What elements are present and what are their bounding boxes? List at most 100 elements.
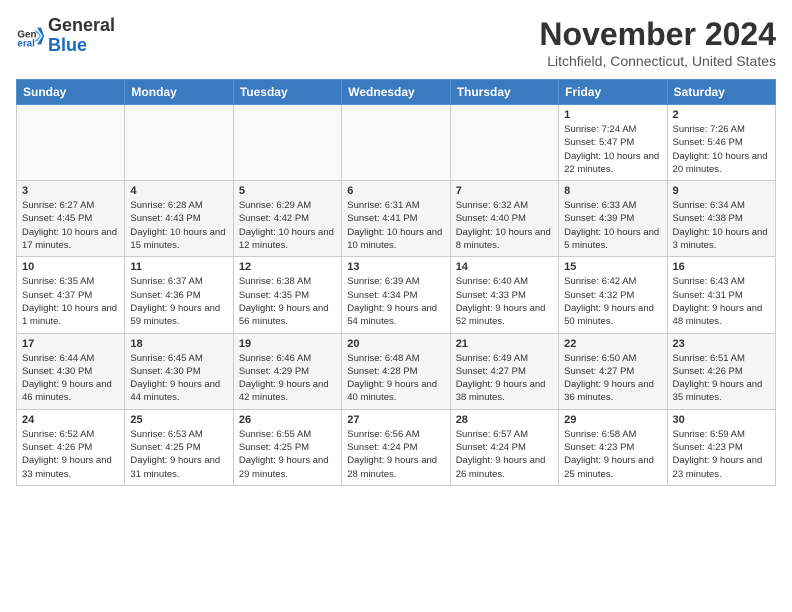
calendar-cell: 22 Sunrise: 6:50 AM Sunset: 4:27 PM Dayli… [559, 333, 667, 409]
calendar-cell: 2 Sunrise: 7:26 AM Sunset: 5:46 PM Daylig… [667, 105, 775, 181]
cell-content: Sunrise: 6:59 AM Sunset: 4:23 PM Dayligh… [673, 429, 763, 480]
logo-general-text: General [48, 15, 115, 35]
cell-content: Sunrise: 6:35 AM Sunset: 4:37 PM Dayligh… [22, 276, 117, 327]
calendar-cell: 30 Sunrise: 6:59 AM Sunset: 4:23 PM Dayli… [667, 409, 775, 485]
cell-content: Sunrise: 6:50 AM Sunset: 4:27 PM Dayligh… [564, 353, 654, 404]
calendar-week-row: 10Sunrise: 6:35 AM Sunset: 4:37 PM Dayli… [17, 257, 776, 333]
cell-content: Sunrise: 6:37 AM Sunset: 4:36 PM Dayligh… [130, 276, 220, 327]
day-of-week-header: Saturday [667, 80, 775, 105]
cell-content: Sunrise: 6:42 AM Sunset: 4:32 PM Dayligh… [564, 276, 654, 327]
header: Gen eral General Blue November 2024 Litc… [16, 16, 776, 69]
cell-content: Sunrise: 6:43 AM Sunset: 4:31 PM Dayligh… [673, 276, 763, 327]
cell-content: Sunrise: 6:51 AM Sunset: 4:26 PM Dayligh… [673, 353, 763, 404]
calendar-cell: 11 Sunrise: 6:37 AM Sunset: 4:36 PM Dayli… [125, 257, 233, 333]
calendar-cell: 27Sunrise: 6:56 AM Sunset: 4:24 PM Dayli… [342, 409, 450, 485]
calendar-cell: 10Sunrise: 6:35 AM Sunset: 4:37 PM Dayli… [17, 257, 125, 333]
calendar-cell [233, 105, 341, 181]
cell-content: Sunrise: 6:34 AM Sunset: 4:38 PM Dayligh… [673, 200, 768, 251]
calendar-cell: 7 Sunrise: 6:32 AM Sunset: 4:40 PM Daylig… [450, 181, 558, 257]
day-number: 25 [130, 414, 227, 426]
cell-content: Sunrise: 6:45 AM Sunset: 4:30 PM Dayligh… [130, 353, 220, 404]
cell-content: Sunrise: 6:32 AM Sunset: 4:40 PM Dayligh… [456, 200, 551, 251]
day-number: 26 [239, 414, 336, 426]
svg-text:eral: eral [17, 38, 35, 49]
day-number: 5 [239, 185, 336, 197]
calendar-cell: 4 Sunrise: 6:28 AM Sunset: 4:43 PM Daylig… [125, 181, 233, 257]
cell-content: Sunrise: 6:52 AM Sunset: 4:26 PM Dayligh… [22, 429, 112, 480]
calendar-cell [342, 105, 450, 181]
logo-blue-text: Blue [48, 35, 87, 55]
cell-content: Sunrise: 6:39 AM Sunset: 4:34 PM Dayligh… [347, 276, 437, 327]
day-number: 15 [564, 261, 661, 273]
day-number: 9 [673, 185, 770, 197]
cell-content: Sunrise: 6:29 AM Sunset: 4:42 PM Dayligh… [239, 200, 334, 251]
day-number: 2 [673, 109, 770, 121]
calendar-table: SundayMondayTuesdayWednesdayThursdayFrid… [16, 79, 776, 486]
cell-content: Sunrise: 7:26 AM Sunset: 5:46 PM Dayligh… [673, 124, 768, 175]
day-of-week-header: Tuesday [233, 80, 341, 105]
logo-icon: Gen eral [16, 22, 44, 50]
calendar-cell: 23 Sunrise: 6:51 AM Sunset: 4:26 PM Dayli… [667, 333, 775, 409]
day-number: 23 [673, 338, 770, 350]
cell-content: Sunrise: 6:55 AM Sunset: 4:25 PM Dayligh… [239, 429, 329, 480]
calendar-cell: 17 Sunrise: 6:44 AM Sunset: 4:30 PM Dayli… [17, 333, 125, 409]
day-number: 7 [456, 185, 553, 197]
calendar-cell: 1Sunrise: 7:24 AM Sunset: 5:47 PM Daylig… [559, 105, 667, 181]
day-number: 8 [564, 185, 661, 197]
day-number: 3 [22, 185, 119, 197]
cell-content: Sunrise: 6:58 AM Sunset: 4:23 PM Dayligh… [564, 429, 654, 480]
day-of-week-header: Monday [125, 80, 233, 105]
day-number: 21 [456, 338, 553, 350]
day-number: 22 [564, 338, 661, 350]
logo: Gen eral General Blue [16, 16, 115, 56]
calendar-cell: 6 Sunrise: 6:31 AM Sunset: 4:41 PM Daylig… [342, 181, 450, 257]
day-number: 6 [347, 185, 444, 197]
day-of-week-header: Wednesday [342, 80, 450, 105]
day-number: 30 [673, 414, 770, 426]
day-number: 17 [22, 338, 119, 350]
cell-content: Sunrise: 6:49 AM Sunset: 4:27 PM Dayligh… [456, 353, 546, 404]
cell-content: Sunrise: 6:44 AM Sunset: 4:30 PM Dayligh… [22, 353, 112, 404]
cell-content: Sunrise: 6:53 AM Sunset: 4:25 PM Dayligh… [130, 429, 220, 480]
day-number: 18 [130, 338, 227, 350]
header-row: SundayMondayTuesdayWednesdayThursdayFrid… [17, 80, 776, 105]
title-area: November 2024 Litchfield, Connecticut, U… [539, 16, 776, 69]
calendar-cell: 26 Sunrise: 6:55 AM Sunset: 4:25 PM Dayli… [233, 409, 341, 485]
calendar-cell [125, 105, 233, 181]
day-number: 16 [673, 261, 770, 273]
calendar-cell: 16 Sunrise: 6:43 AM Sunset: 4:31 PM Dayli… [667, 257, 775, 333]
day-number: 19 [239, 338, 336, 350]
day-number: 28 [456, 414, 553, 426]
calendar-cell [450, 105, 558, 181]
cell-content: Sunrise: 6:27 AM Sunset: 4:45 PM Dayligh… [22, 200, 117, 251]
calendar-week-row: 24Sunrise: 6:52 AM Sunset: 4:26 PM Dayli… [17, 409, 776, 485]
calendar-week-row: 17 Sunrise: 6:44 AM Sunset: 4:30 PM Dayli… [17, 333, 776, 409]
calendar-cell: 12Sunrise: 6:38 AM Sunset: 4:35 PM Dayli… [233, 257, 341, 333]
cell-content: Sunrise: 6:33 AM Sunset: 4:39 PM Dayligh… [564, 200, 659, 251]
calendar-cell: 21 Sunrise: 6:49 AM Sunset: 4:27 PM Dayli… [450, 333, 558, 409]
calendar-cell: 19 Sunrise: 6:46 AM Sunset: 4:29 PM Dayli… [233, 333, 341, 409]
calendar-cell: 24Sunrise: 6:52 AM Sunset: 4:26 PM Dayli… [17, 409, 125, 485]
calendar-cell: 15 Sunrise: 6:42 AM Sunset: 4:32 PM Dayli… [559, 257, 667, 333]
cell-content: Sunrise: 6:31 AM Sunset: 4:41 PM Dayligh… [347, 200, 442, 251]
day-number: 11 [130, 261, 227, 273]
day-number: 4 [130, 185, 227, 197]
cell-content: Sunrise: 6:46 AM Sunset: 4:29 PM Dayligh… [239, 353, 329, 404]
cell-content: Sunrise: 6:28 AM Sunset: 4:43 PM Dayligh… [130, 200, 225, 251]
calendar-cell: 14 Sunrise: 6:40 AM Sunset: 4:33 PM Dayli… [450, 257, 558, 333]
calendar-cell: 8 Sunrise: 6:33 AM Sunset: 4:39 PM Daylig… [559, 181, 667, 257]
calendar-week-row: 1Sunrise: 7:24 AM Sunset: 5:47 PM Daylig… [17, 105, 776, 181]
day-of-week-header: Thursday [450, 80, 558, 105]
calendar-cell: 29 Sunrise: 6:58 AM Sunset: 4:23 PM Dayli… [559, 409, 667, 485]
cell-content: Sunrise: 6:56 AM Sunset: 4:24 PM Dayligh… [347, 429, 437, 480]
calendar-week-row: 3 Sunrise: 6:27 AM Sunset: 4:45 PM Daylig… [17, 181, 776, 257]
cell-content: Sunrise: 6:57 AM Sunset: 4:24 PM Dayligh… [456, 429, 546, 480]
calendar-cell: 9 Sunrise: 6:34 AM Sunset: 4:38 PM Daylig… [667, 181, 775, 257]
cell-content: Sunrise: 6:40 AM Sunset: 4:33 PM Dayligh… [456, 276, 546, 327]
day-number: 1 [564, 109, 661, 121]
calendar-cell [17, 105, 125, 181]
calendar-cell: 18 Sunrise: 6:45 AM Sunset: 4:30 PM Dayli… [125, 333, 233, 409]
calendar-header: SundayMondayTuesdayWednesdayThursdayFrid… [17, 80, 776, 105]
day-number: 14 [456, 261, 553, 273]
day-number: 29 [564, 414, 661, 426]
